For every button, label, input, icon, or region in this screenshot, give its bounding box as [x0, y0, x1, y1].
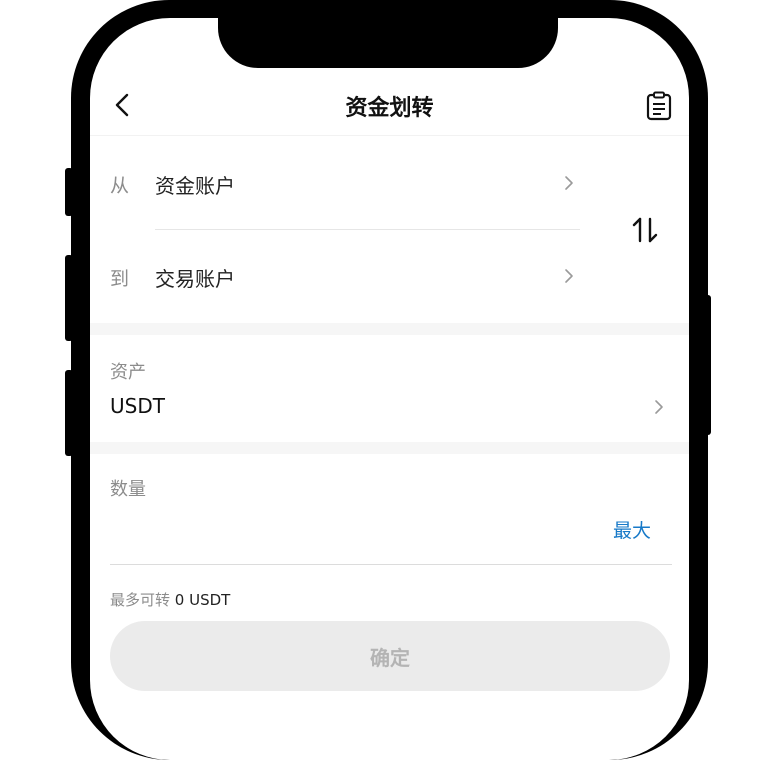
- from-account-selector[interactable]: 资金账户: [155, 170, 235, 199]
- section-gap: [90, 323, 689, 335]
- amount-label: 数量: [110, 479, 146, 500]
- chevron-right-icon[interactable]: [563, 175, 575, 191]
- available-amount: 最多可转 0 USDT: [110, 589, 230, 610]
- records-icon: [646, 91, 672, 121]
- records-button[interactable]: [646, 91, 672, 121]
- app-screen: 资金划转 从 资金账户 到 交易账户 资产 USDT 数量 最大 最多可转 0 …: [90, 18, 689, 760]
- chevron-right-icon[interactable]: [563, 268, 575, 284]
- phone-notch: [218, 18, 558, 68]
- to-account-selector[interactable]: 交易账户: [155, 263, 235, 292]
- swap-icon[interactable]: [630, 215, 660, 245]
- transfer-divider: [155, 229, 580, 230]
- page-title: 资金划转: [345, 96, 434, 121]
- available-value: 0 USDT: [174, 591, 231, 609]
- confirm-button[interactable]: 确定: [110, 621, 670, 691]
- to-label: 到: [110, 268, 130, 290]
- asset-selector[interactable]: USDT: [110, 394, 165, 418]
- header-divider: [90, 135, 689, 136]
- chevron-right-icon[interactable]: [653, 399, 665, 415]
- amount-input-underline[interactable]: [110, 564, 672, 565]
- available-label: 最多可转: [110, 591, 171, 609]
- asset-label: 资产: [110, 362, 146, 383]
- max-button[interactable]: 最大: [613, 516, 651, 543]
- from-label: 从: [110, 175, 130, 197]
- section-gap: [90, 442, 689, 454]
